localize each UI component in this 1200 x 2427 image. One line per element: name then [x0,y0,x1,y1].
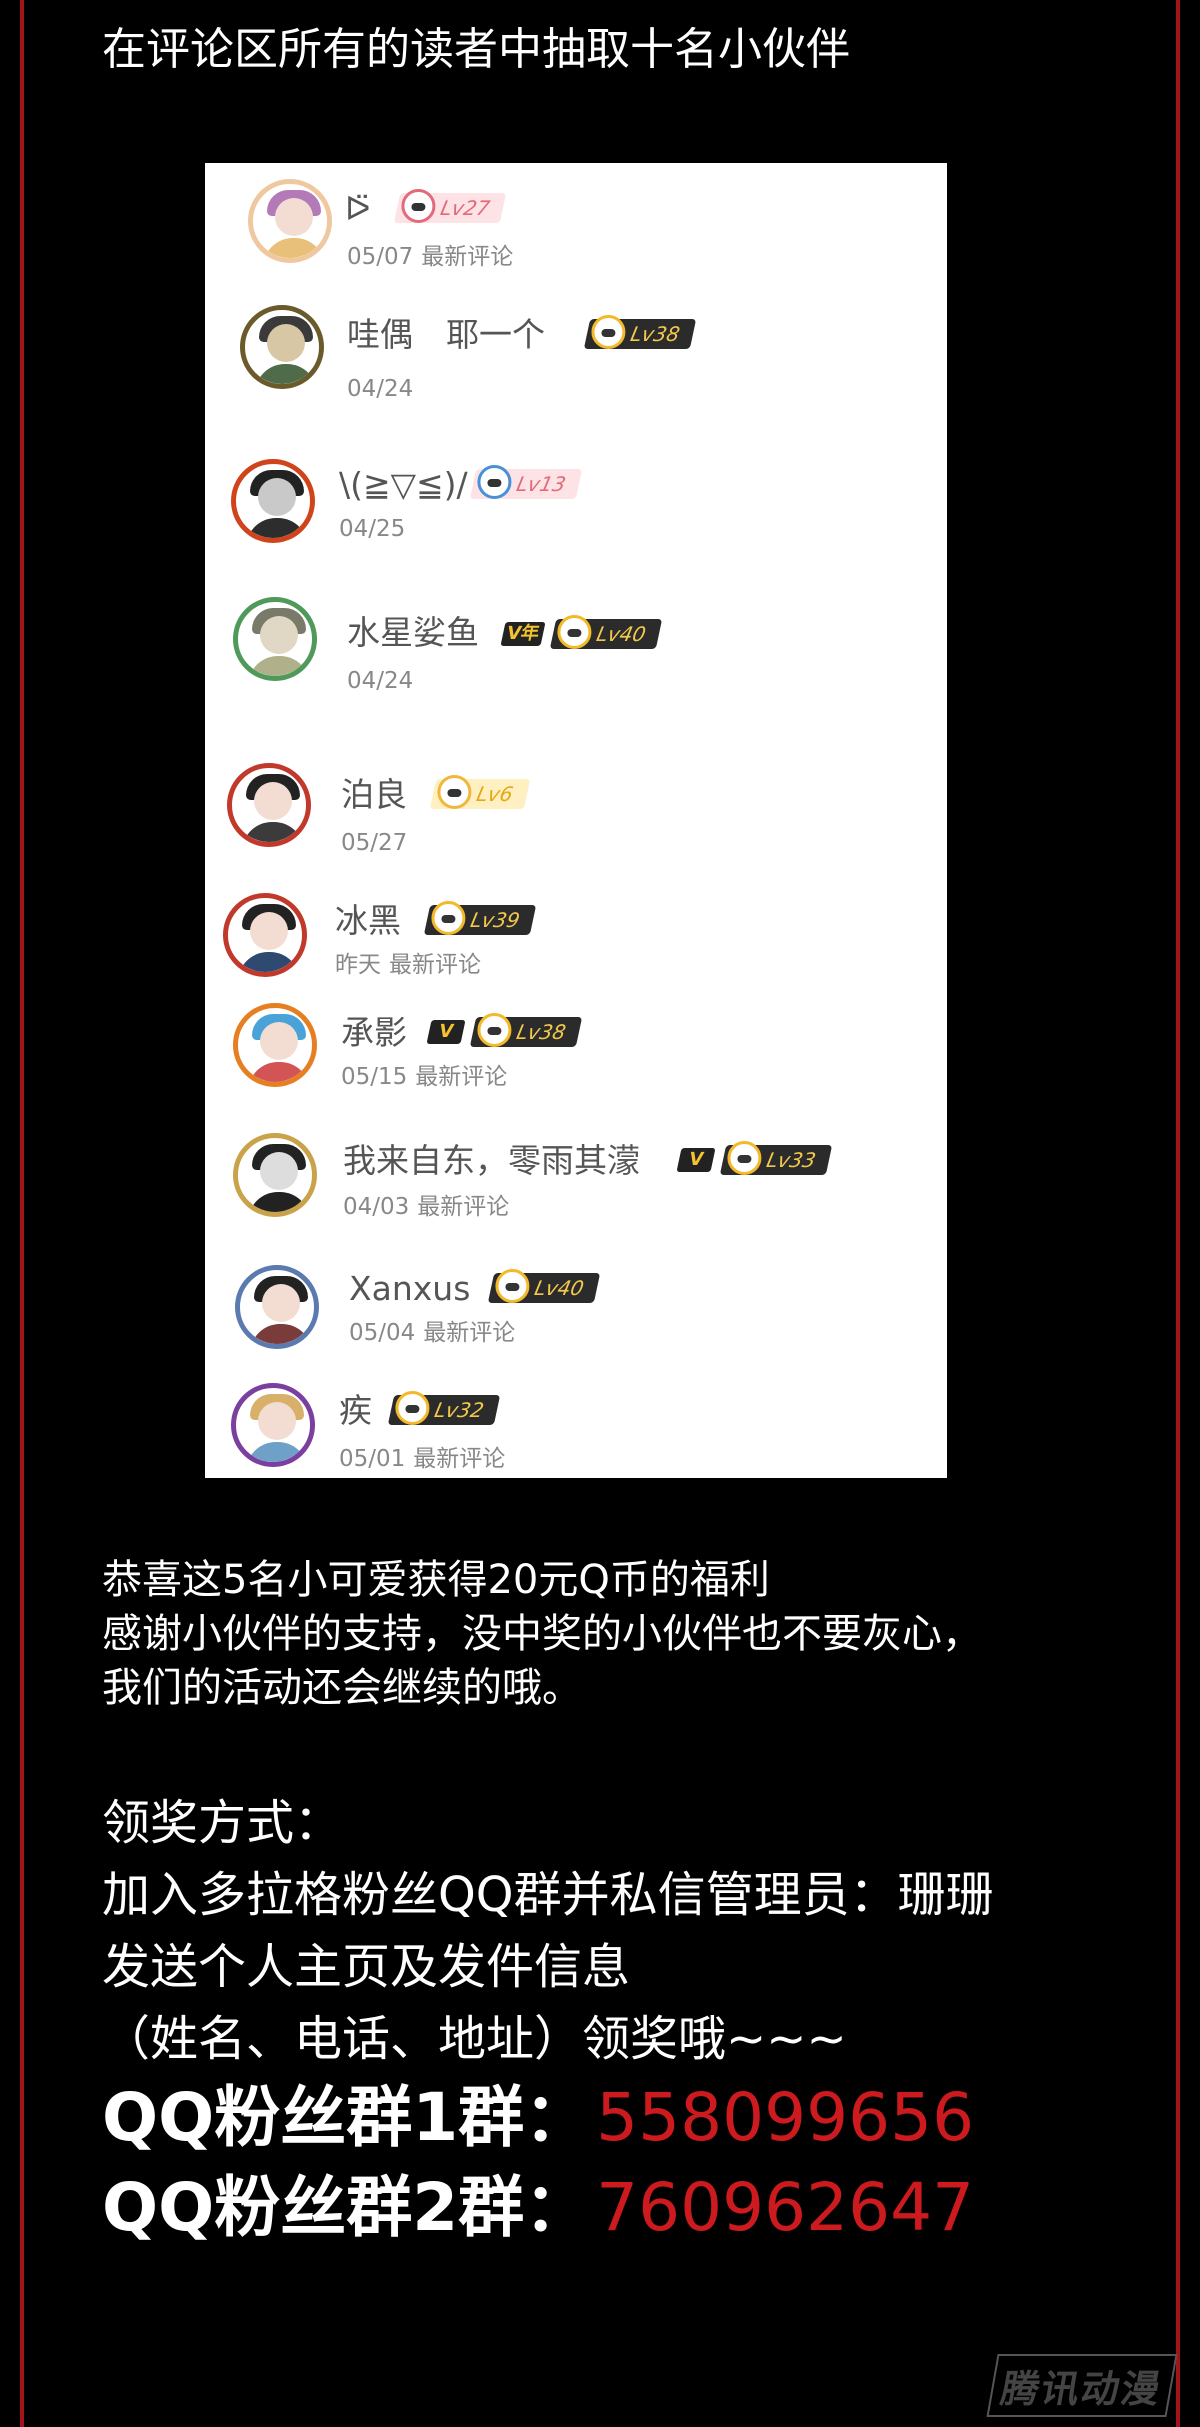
comment-date: 04/03 最新评论 [343,1194,510,1220]
claim-instructions: 领奖方式： 加入多拉格粉丝QQ群并私信管理员：珊珊 发送个人主页及发件信息 （姓… [102,1787,994,2075]
level-badge: Lv40 [487,1269,601,1303]
username: 水星娑鱼 [347,613,479,652]
congrats-line: 我们的活动还会继续的哦。 [102,1665,582,1711]
comment-date: 04/24 [347,668,414,694]
level-badge: Lv38 [469,1013,583,1047]
username: 哇偶 耶一个 [347,315,545,354]
winner-row: 冰黑 Lv39 昨天 最新评论 [205,887,947,1007]
username: 疾 [339,1391,372,1430]
claim-line: 领奖方式： [102,1795,343,1851]
user-avatar [233,1003,317,1087]
winner-row: 我来自东，零雨其濛 V Lv33 04/03 最新评论 [205,1129,947,1249]
watermark-logo: 腾讯动漫 [986,2354,1178,2417]
winners-screenshot: ᐅ̈ Lv27 05/07 最新评论 哇偶 耶一个 Lv38 04/24 \(≧▽… [205,163,947,1478]
congrats-line: 恭喜这5名小可爱获得20元Q币的福利 [102,1557,770,1603]
qq-group-label: QQ粉丝群2群： [102,2169,591,2246]
vip-badge: V [676,1148,716,1172]
winner-row: \(≧▽≦)/ Lv13 04/25 [205,453,947,573]
comment-date: 05/27 [341,830,408,856]
badge-group: Lv38 [583,315,697,349]
winner-row: 疾 Lv32 05/01 最新评论 [205,1373,947,1478]
username: Xanxus [349,1269,471,1308]
username: 我来自东，零雨其濛 [343,1141,640,1180]
badge-group: V年 Lv40 [500,615,663,649]
user-avatar [233,597,317,681]
crown-icon [495,1269,530,1303]
crown-icon [591,315,626,349]
level-badge: Lv33 [719,1141,833,1175]
winner-row: ᐅ̈ Lv27 05/07 最新评论 [205,163,947,283]
claim-line: （姓名、电话、地址）领奖哦~~~ [102,2011,847,2067]
user-avatar [231,459,315,543]
badge-group: Lv13 [469,465,583,499]
user-avatar [240,305,324,389]
comment-date: 05/04 最新评论 [349,1320,516,1346]
badge-group: Lv40 [487,1269,601,1303]
winner-row: 哇偶 耶一个 Lv38 04/24 [205,295,947,415]
comment-date: 昨天 最新评论 [335,952,481,978]
comment-date: 05/07 最新评论 [347,244,514,270]
winner-row: 承影 V Lv38 05/15 最新评论 [205,1003,947,1123]
user-avatar [227,763,311,847]
level-badge: Lv32 [387,1391,501,1425]
badge-group: V Lv38 [426,1013,583,1047]
badge-group: V Lv33 [676,1141,833,1175]
qq-group-1: QQ粉丝群1群：558099656 [102,2078,974,2158]
crown-icon [557,615,592,649]
level-badge: Lv39 [423,901,537,935]
crown-icon [395,1391,430,1425]
vip-badge: V年 [500,622,546,646]
badge-group: Lv32 [387,1391,501,1425]
congrats-text: 恭喜这5名小可爱获得20元Q币的福利 感谢小伙伴的支持，没中奖的小伙伴也不要灰心… [102,1553,982,1715]
crown-icon [727,1141,762,1175]
level-badge: Lv27 [393,189,507,223]
comment-date: 05/01 最新评论 [339,1446,506,1472]
claim-line: 发送个人主页及发件信息 [102,1939,631,1995]
level-badge: Lv38 [583,315,697,349]
qq-group-2: QQ粉丝群2群：760962647 [102,2168,974,2248]
badge-group: Lv39 [423,901,537,935]
vip-badge: V [426,1020,466,1044]
level-badge: Lv6 [429,775,530,809]
user-avatar [223,893,307,977]
crown-icon [401,189,436,223]
left-frame-line [20,0,24,2427]
username: \(≧▽≦)/ [339,465,468,504]
comment-date: 05/15 最新评论 [341,1064,508,1090]
crown-icon [477,1013,512,1047]
crown-icon [431,901,466,935]
page-heading: 在评论区所有的读者中抽取十名小伙伴 [102,24,850,75]
username: 承影 [341,1013,407,1052]
level-badge: Lv40 [549,615,663,649]
badge-group: Lv6 [429,775,530,809]
user-avatar [231,1383,315,1467]
crown-icon [437,775,472,809]
congrats-line: 感谢小伙伴的支持，没中奖的小伙伴也不要灰心， [102,1611,982,1657]
winner-row: Xanxus Lv40 05/04 最新评论 [205,1259,947,1379]
winner-row: 水星娑鱼 V年 Lv40 04/24 [205,593,947,713]
qq-group-number: 760962647 [596,2169,975,2246]
username: 冰黑 [335,901,401,940]
user-avatar [233,1133,317,1217]
right-frame-line [1176,0,1180,2427]
qq-group-number: 558099656 [596,2079,975,2156]
comment-date: 04/25 [339,516,406,542]
user-avatar [248,179,332,263]
winner-row: 泊良 Lv6 05/27 [205,757,947,877]
claim-line: 加入多拉格粉丝QQ群并私信管理员：珊珊 [102,1867,994,1923]
username: 泊良 [341,775,407,814]
level-badge: Lv13 [469,465,583,499]
qq-group-label: QQ粉丝群1群： [102,2079,591,2156]
username: ᐅ̈ [345,189,371,228]
badge-group: Lv27 [393,189,507,223]
crown-icon [477,465,512,499]
comment-date: 04/24 [347,376,414,402]
user-avatar [235,1265,319,1349]
